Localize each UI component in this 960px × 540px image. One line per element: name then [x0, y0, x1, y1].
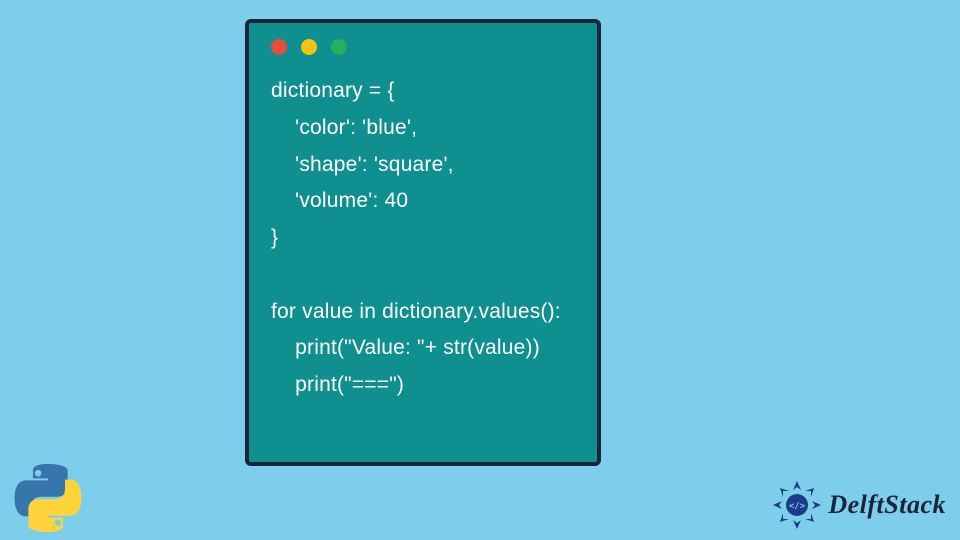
- maximize-icon: [331, 39, 347, 55]
- close-icon: [271, 39, 287, 55]
- code-block: dictionary = { 'color': 'blue', 'shape':…: [249, 55, 597, 404]
- python-icon: [12, 462, 84, 534]
- svg-text:</>: </>: [789, 502, 806, 512]
- code-snippet-card: dictionary = { 'color': 'blue', 'shape':…: [245, 19, 601, 466]
- window-controls: [249, 23, 597, 55]
- brand-badge: </> DelftStack: [772, 480, 946, 530]
- brand-name: DelftStack: [828, 490, 946, 520]
- minimize-icon: [301, 39, 317, 55]
- delftstack-icon: </>: [772, 480, 822, 530]
